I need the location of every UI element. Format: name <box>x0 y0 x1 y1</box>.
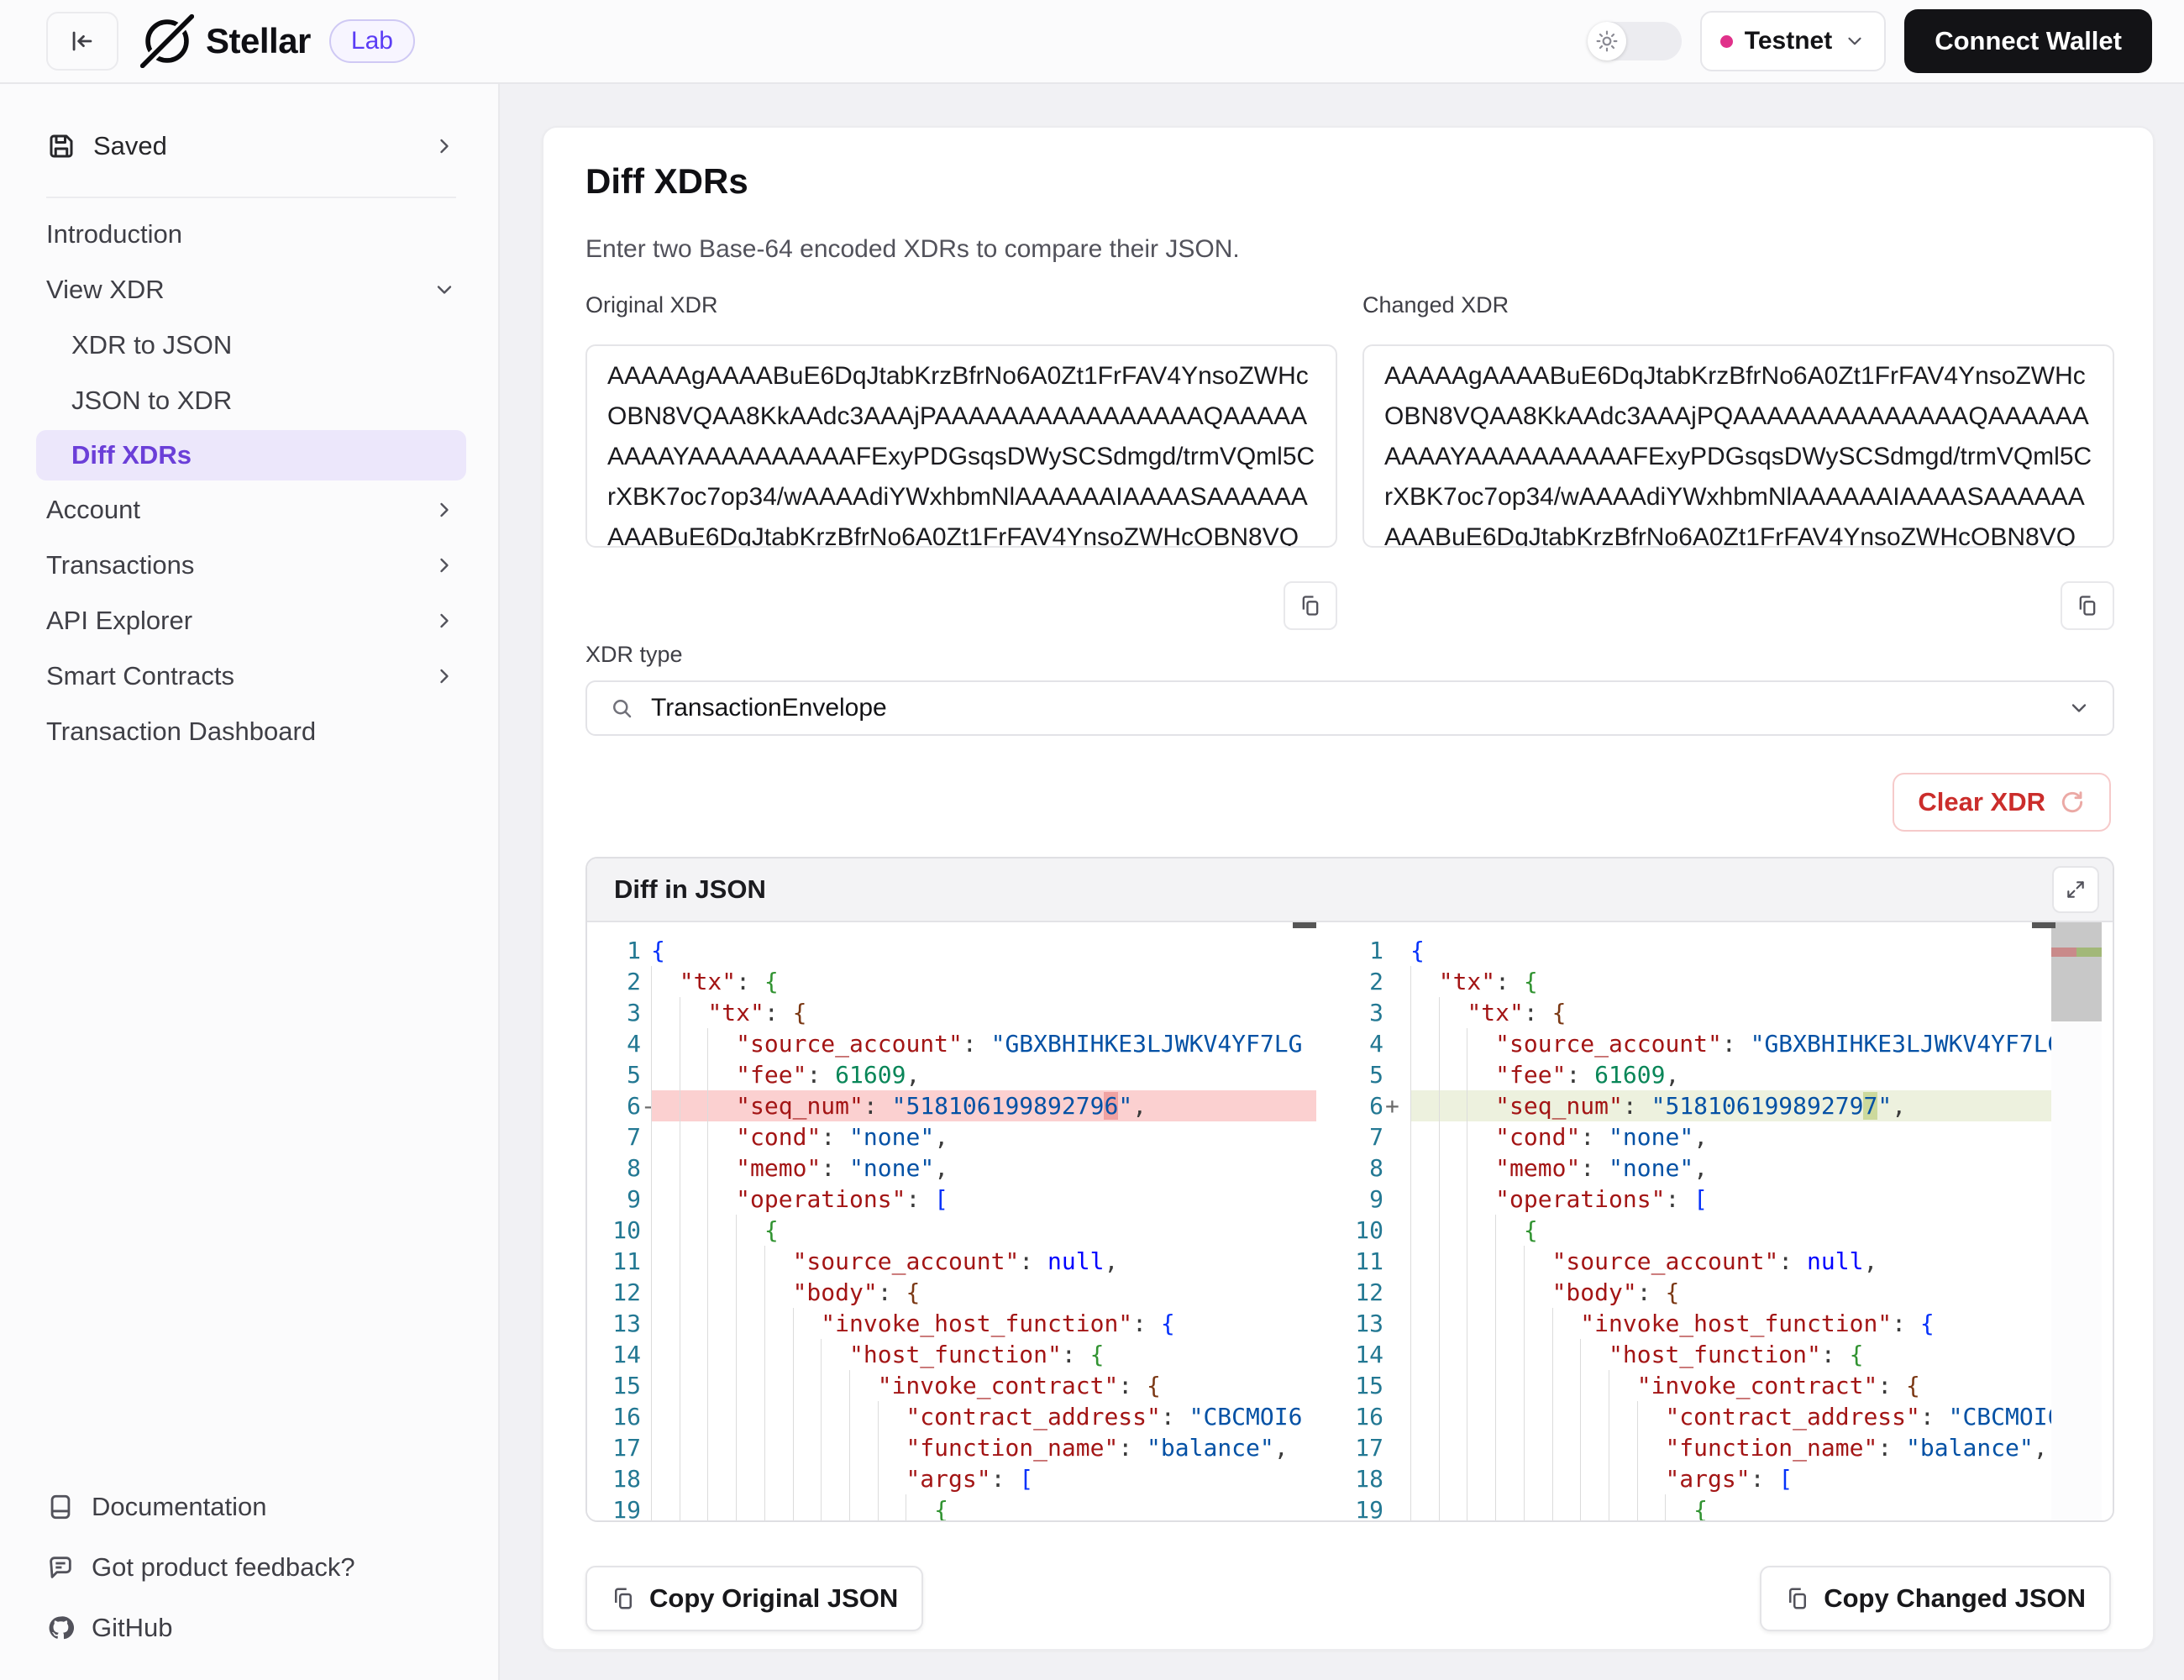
sidebar-footer: Documentation Got product feedback? G <box>46 1477 465 1658</box>
copy-changed-xdr-button[interactable] <box>2061 581 2114 630</box>
chevron-down-icon <box>433 278 456 302</box>
sidebar-item-introduction[interactable]: Introduction <box>46 207 456 262</box>
copy-icon <box>1299 594 1322 617</box>
sidebar: Saved Introduction View XDR XDR to JSON … <box>0 84 500 1680</box>
changed-xdr-label: Changed XDR <box>1362 292 1509 318</box>
copy-icon <box>2076 594 2099 617</box>
page-subtitle: Enter two Base-64 encoded XDRs to compar… <box>585 235 1240 264</box>
copy-changed-json-button[interactable]: Copy Changed JSON <box>1760 1566 2111 1631</box>
diff-pane-original[interactable]: 1{2 "tx": {3 "tx": {4 "source_account": … <box>587 922 1316 1520</box>
diff-xdrs-card: Diff XDRs Enter two Base-64 encoded XDRs… <box>542 126 2155 1651</box>
book-icon <box>46 1493 75 1521</box>
copy-icon <box>1785 1586 1810 1611</box>
sidebar-item-label: Saved <box>93 131 167 161</box>
scrollbar-thumb[interactable] <box>2032 922 2055 928</box>
overview-added-mark <box>2076 948 2102 957</box>
sidebar-item-xdr-to-json[interactable]: XDR to JSON <box>46 318 456 373</box>
github-icon <box>46 1614 75 1642</box>
copy-icon <box>611 1586 636 1611</box>
sidebar-item-smart-contracts[interactable]: Smart Contracts <box>46 648 456 704</box>
feedback-bubble-icon <box>46 1553 75 1582</box>
chevron-down-icon <box>1844 30 1866 52</box>
stellar-lab-app: Stellar Lab Testnet <box>0 0 2184 1680</box>
xdr-type-value: TransactionEnvelope <box>651 694 2067 722</box>
save-icon <box>46 131 76 161</box>
chevron-right-icon <box>433 664 456 688</box>
chevron-right-icon <box>433 134 456 158</box>
expand-diff-button[interactable] <box>2052 866 2099 913</box>
connect-wallet-button[interactable]: Connect Wallet <box>1904 9 2152 73</box>
theme-toggle[interactable] <box>1588 22 1682 60</box>
collapse-sidebar-icon <box>68 27 97 55</box>
changed-xdr-input[interactable]: AAAAAgAAAABuE6DqJtabKrzBfrNo6A0Zt1FrFAV4… <box>1362 344 2114 548</box>
network-status-dot <box>1720 35 1733 48</box>
diff-editor: 1{2 "tx": {3 "tx": {4 "source_account": … <box>587 922 2113 1520</box>
network-name: Testnet <box>1745 27 1832 55</box>
sidebar-item-saved[interactable]: Saved <box>46 113 456 180</box>
chevron-right-icon <box>433 498 456 522</box>
expand-icon <box>2065 879 2087 900</box>
network-select[interactable]: Testnet <box>1700 11 1886 71</box>
sidebar-item-diff-xdrs[interactable]: Diff XDRs <box>36 430 466 480</box>
chevron-down-icon <box>2067 696 2091 720</box>
top-bar: Stellar Lab Testnet <box>0 0 2184 84</box>
copy-original-json-button[interactable]: Copy Original JSON <box>585 1566 923 1631</box>
chevron-right-icon <box>433 609 456 633</box>
sidebar-item-transactions[interactable]: Transactions <box>46 538 456 593</box>
clear-xdr-button[interactable]: Clear XDR <box>1893 773 2111 832</box>
sun-icon <box>1588 22 1626 60</box>
diff-panel-header: Diff in JSON <box>587 858 2113 922</box>
copy-original-xdr-button[interactable] <box>1284 581 1337 630</box>
sidebar-item-json-to-xdr[interactable]: JSON to XDR <box>46 373 456 428</box>
chevron-right-icon <box>433 554 456 577</box>
sidebar-item-view-xdr[interactable]: View XDR <box>46 262 456 318</box>
stellar-logo-icon[interactable] <box>140 14 194 68</box>
brand-name: Stellar <box>206 21 311 61</box>
refresh-icon <box>2059 789 2086 816</box>
sidebar-item-transaction-dashboard[interactable]: Transaction Dashboard <box>46 704 456 759</box>
xdr-type-label: XDR type <box>585 642 683 668</box>
overview-removed-mark <box>2051 948 2076 957</box>
footer-link-github[interactable]: GitHub <box>46 1598 465 1658</box>
sidebar-item-account[interactable]: Account <box>46 482 456 538</box>
original-xdr-label: Original XDR <box>585 292 718 318</box>
original-xdr-input[interactable]: AAAAAgAAAABuE6DqJtabKrzBfrNo6A0Zt1FrFAV4… <box>585 344 1337 548</box>
search-icon <box>609 696 634 721</box>
xdr-type-select[interactable]: TransactionEnvelope <box>585 680 2114 736</box>
overview-viewport[interactable] <box>2051 922 2102 1021</box>
footer-link-documentation[interactable]: Documentation <box>46 1477 465 1537</box>
diff-in-json-panel: Diff in JSON 1{2 "tx": {3 "tx": {4 "sour… <box>585 857 2114 1522</box>
sidebar-divider <box>46 197 456 198</box>
diff-overview-ruler[interactable] <box>2051 922 2102 1520</box>
collapse-sidebar-button[interactable] <box>46 12 118 71</box>
footer-link-feedback[interactable]: Got product feedback? <box>46 1537 465 1598</box>
diff-pane-changed[interactable]: 1{2 "tx": {3 "tx": {4 "source_account": … <box>1350 922 2051 1520</box>
lab-badge: Lab <box>329 19 415 63</box>
diff-panel-title: Diff in JSON <box>614 874 2052 905</box>
page-title: Diff XDRs <box>585 161 748 202</box>
scrollbar-thumb[interactable] <box>1293 922 1316 928</box>
sidebar-item-api-explorer[interactable]: API Explorer <box>46 593 456 648</box>
